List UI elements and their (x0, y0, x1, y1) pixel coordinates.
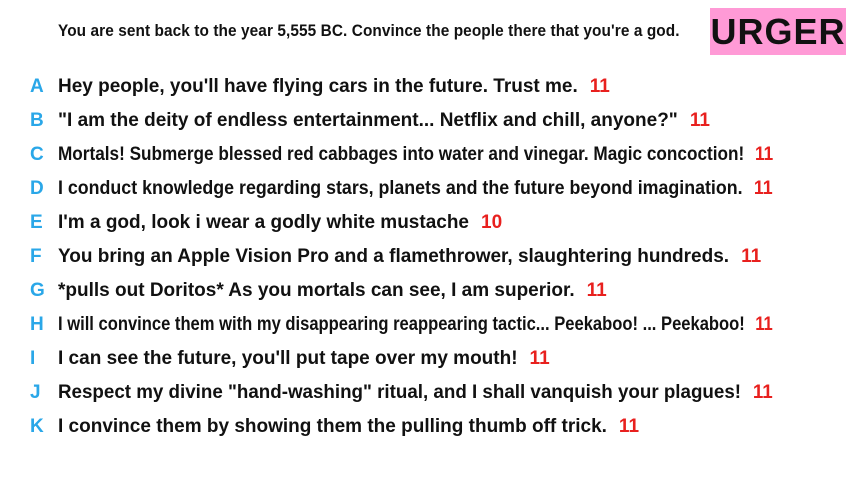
answer-letter: H (30, 314, 44, 335)
answer-text: I can see the future, you'll put tape ov… (58, 348, 518, 369)
answer-text: *pulls out Doritos* As you mortals can s… (58, 280, 575, 301)
answer-text: You bring an Apple Vision Pro and a flam… (58, 246, 730, 267)
answer-letter: B (30, 110, 44, 131)
answer-score: 11 (529, 348, 550, 369)
answer-text-wrap: Hey people, you'll have flying cars in t… (58, 76, 610, 98)
answer-text-wrap: Respect my divine "hand-washing" ritual,… (58, 382, 773, 404)
answer-letter: I (30, 348, 36, 369)
answer-letter: C (30, 144, 44, 165)
answer-text: I'm a god, look i wear a godly white mus… (58, 212, 469, 233)
answer-text-wrap: Mortals! Submerge blessed red cabbages i… (58, 144, 773, 166)
answer-letter: G (30, 280, 45, 301)
answer-text: Mortals! Submerge blessed red cabbages i… (58, 144, 745, 165)
answer-score: 10 (481, 212, 503, 233)
answer-score: 11 (755, 144, 774, 165)
answer-score: 11 (752, 382, 773, 403)
answer-text-wrap: You bring an Apple Vision Pro and a flam… (58, 246, 761, 268)
answer-score: 11 (755, 314, 773, 335)
answer-score: 11 (689, 110, 710, 131)
answer-text-wrap: *pulls out Doritos* As you mortals can s… (58, 280, 607, 302)
answer-text: Respect my divine "hand-washing" ritual,… (58, 382, 742, 403)
answer-score: 11 (618, 416, 640, 437)
answer-text: I will convince them with my disappearin… (58, 314, 745, 335)
answer-text: "I am the deity of endless entertainment… (58, 110, 678, 131)
answer-text-wrap: I will convince them with my disappearin… (58, 314, 773, 336)
answer-letter: A (30, 76, 44, 97)
answer-letter: D (30, 178, 44, 199)
answer-letter: F (30, 246, 42, 267)
player-name-badge: URGER (710, 8, 846, 55)
answer-text-wrap: I convince them by showing them the pull… (58, 416, 639, 438)
answer-letter: K (30, 416, 44, 437)
answer-text-wrap: I conduct knowledge regarding stars, pla… (58, 178, 773, 200)
player-name: URGER (710, 10, 846, 52)
answer-letter: E (30, 212, 43, 233)
answer-text-wrap: "I am the deity of endless entertainment… (58, 110, 710, 132)
answer-text: I conduct knowledge regarding stars, pla… (58, 178, 743, 199)
answer-text: I convince them by showing them the pull… (58, 416, 607, 437)
answer-score: 11 (586, 280, 607, 301)
answer-text: Hey people, you'll have flying cars in t… (58, 76, 578, 97)
answer-letter: J (30, 382, 41, 403)
answer-score: 11 (741, 246, 762, 267)
answer-text-wrap: I'm a god, look i wear a godly white mus… (58, 212, 502, 234)
answer-text-wrap: I can see the future, you'll put tape ov… (58, 348, 550, 370)
answer-score: 11 (753, 178, 773, 199)
answer-score: 11 (589, 76, 610, 97)
question-prompt: You are sent back to the year 5,555 BC. … (58, 21, 680, 40)
